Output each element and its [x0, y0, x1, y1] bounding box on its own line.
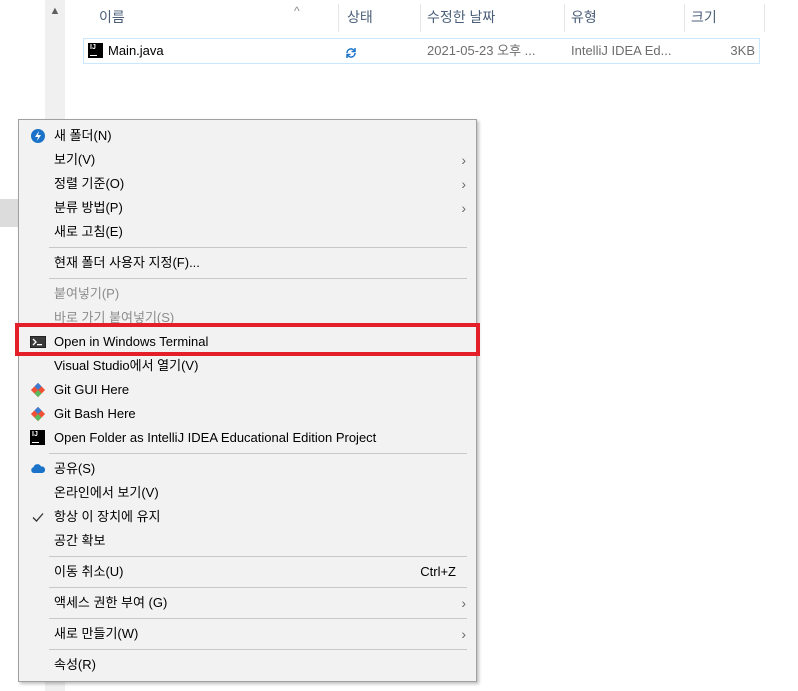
- navigation-selected-item[interactable]: [0, 199, 18, 227]
- menu-item-shortcut: Ctrl+Z: [420, 564, 456, 579]
- menu-item-label: Open Folder as IntelliJ IDEA Educational…: [54, 430, 377, 445]
- menu-item-paste[interactable]: 붙여넣기(P): [21, 282, 474, 306]
- menu-item-free-space[interactable]: 공간 확보: [21, 529, 474, 553]
- chevron-right-icon: ›: [461, 595, 466, 611]
- column-modified-label: 수정한 날짜: [427, 9, 496, 25]
- scroll-up-icon[interactable]: ▲: [45, 2, 65, 20]
- menu-item-open-visual-studio[interactable]: Visual Studio에서 열기(V): [21, 354, 474, 378]
- sync-icon: [345, 40, 357, 64]
- chevron-right-icon: ›: [461, 200, 466, 216]
- column-header: 이름 ^ 상태 수정한 날짜 유형 크기: [84, 0, 798, 34]
- chevron-right-icon: ›: [461, 176, 466, 192]
- file-type: IntelliJ IDEA Ed...: [571, 43, 672, 58]
- column-modified[interactable]: 수정한 날짜: [412, 0, 564, 34]
- menu-item-label: 액세스 권한 부여 (G): [54, 595, 168, 610]
- menu-item-give-access[interactable]: 액세스 권한 부여 (G) ›: [21, 591, 474, 615]
- git-icon: [30, 406, 46, 422]
- menu-item-label: Visual Studio에서 열기(V): [54, 358, 199, 373]
- menu-item-label: Git GUI Here: [54, 382, 130, 397]
- file-modified: 2021-05-23 오후 ...: [427, 43, 536, 58]
- menu-item-view-online[interactable]: 온라인에서 보기(V): [21, 481, 474, 505]
- onedrive-cloud-icon: [30, 461, 46, 477]
- menu-item-always-keep[interactable]: 항상 이 장치에 유지: [21, 505, 474, 529]
- column-status[interactable]: 상태: [332, 0, 412, 34]
- menu-separator: [49, 587, 467, 588]
- menu-separator: [49, 556, 467, 557]
- intellij-icon: IJ: [88, 43, 103, 58]
- menu-item-git-bash[interactable]: Git Bash Here: [21, 402, 474, 426]
- menu-item-new-folder[interactable]: 새 폴더(N): [21, 124, 474, 148]
- menu-item-label: 온라인에서 보기(V): [54, 485, 159, 500]
- file-row[interactable]: IJ Main.java 2021-05-23 오후 ... IntelliJ …: [83, 38, 760, 64]
- onedrive-sync-icon: [30, 128, 46, 144]
- menu-separator: [49, 618, 467, 619]
- menu-item-label: 보기(V): [54, 152, 96, 167]
- menu-item-group-by[interactable]: 분류 방법(P) ›: [21, 196, 474, 220]
- menu-item-label: 새 폴더(N): [54, 128, 112, 143]
- menu-item-open-intellij[interactable]: IJ Open Folder as IntelliJ IDEA Educatio…: [21, 426, 474, 450]
- menu-separator: [49, 453, 467, 454]
- menu-item-label: 이동 취소(U): [54, 564, 124, 579]
- intellij-icon: IJ: [30, 430, 45, 445]
- menu-item-new[interactable]: 새로 만들기(W) ›: [21, 622, 474, 646]
- menu-item-properties[interactable]: 속성(R): [21, 653, 474, 677]
- menu-item-customize-folder[interactable]: 현재 폴더 사용자 지정(F)...: [21, 251, 474, 275]
- menu-item-label: 새로 고침(E): [54, 224, 123, 239]
- highlight-box: [15, 323, 480, 356]
- column-type[interactable]: 유형: [556, 0, 676, 34]
- chevron-right-icon: ›: [461, 152, 466, 168]
- menu-item-label: 정렬 기준(O): [54, 176, 125, 191]
- menu-separator: [49, 247, 467, 248]
- menu-item-refresh[interactable]: 새로 고침(E): [21, 220, 474, 244]
- menu-item-label: 공간 확보: [54, 533, 106, 548]
- file-size: 3KB: [730, 43, 755, 58]
- menu-item-view[interactable]: 보기(V) ›: [21, 148, 474, 172]
- column-size[interactable]: 크기: [676, 0, 776, 34]
- column-status-label: 상태: [347, 9, 373, 25]
- menu-separator: [49, 278, 467, 279]
- menu-item-label: 분류 방법(P): [54, 200, 123, 215]
- menu-item-label: 공유(S): [54, 461, 96, 476]
- menu-item-label: 항상 이 장치에 유지: [54, 509, 161, 524]
- column-name[interactable]: 이름 ^: [84, 0, 334, 34]
- checkmark-icon: [30, 509, 46, 525]
- menu-item-share[interactable]: 공유(S): [21, 457, 474, 481]
- menu-item-label: 새로 만들기(W): [54, 626, 139, 641]
- file-name: Main.java: [108, 43, 164, 58]
- git-icon: [30, 382, 46, 398]
- context-menu: 새 폴더(N) 보기(V) › 정렬 기준(O) › 분류 방법(P) › 새로…: [18, 119, 477, 682]
- column-divider[interactable]: [764, 4, 765, 32]
- column-type-label: 유형: [571, 9, 597, 25]
- intellij-icon: IJ: [30, 430, 46, 446]
- column-size-label: 크기: [691, 9, 717, 25]
- menu-item-git-gui[interactable]: Git GUI Here: [21, 378, 474, 402]
- menu-item-label: Git Bash Here: [54, 406, 136, 421]
- menu-item-label: 붙여넣기(P): [54, 286, 120, 301]
- menu-separator: [49, 649, 467, 650]
- menu-item-label: 속성(R): [54, 657, 96, 672]
- chevron-right-icon: ›: [461, 626, 466, 642]
- menu-item-undo-move[interactable]: 이동 취소(U) Ctrl+Z: [21, 560, 474, 584]
- chevron-up-icon: ^: [294, 4, 300, 18]
- column-name-label: 이름: [99, 9, 125, 25]
- menu-item-sort-by[interactable]: 정렬 기준(O) ›: [21, 172, 474, 196]
- menu-item-label: 현재 폴더 사용자 지정(F)...: [54, 255, 200, 270]
